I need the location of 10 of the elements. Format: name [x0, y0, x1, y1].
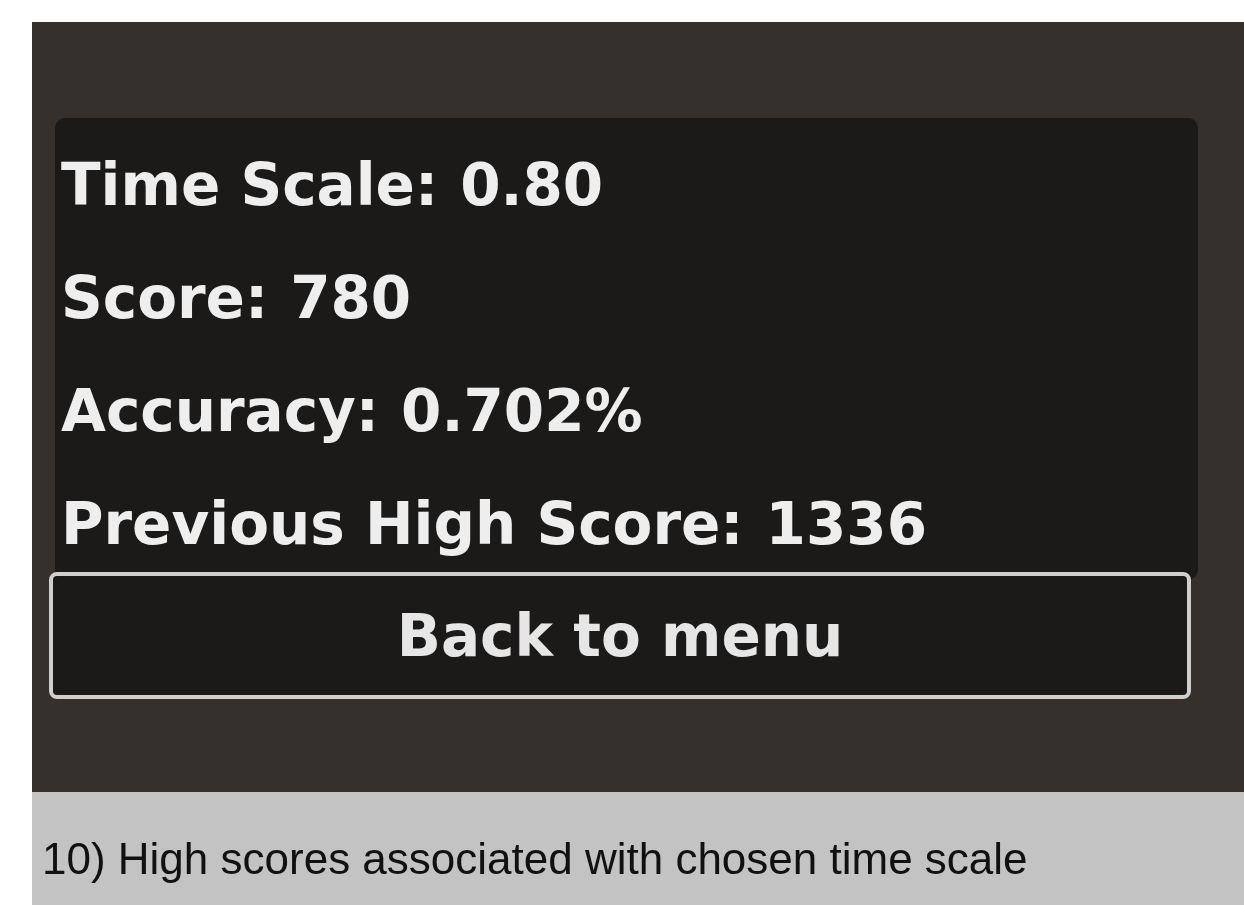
- stat-value: 780: [290, 263, 412, 332]
- stat-value: 0.702%: [401, 376, 643, 445]
- stat-label: Time Scale:: [61, 150, 439, 219]
- stat-label: Score:: [61, 263, 269, 332]
- back-to-menu-button[interactable]: Back to menu: [49, 572, 1191, 699]
- stat-value: 0.80: [460, 150, 604, 219]
- stat-label: Accuracy:: [61, 376, 380, 445]
- caption: 10) High scores associated with chosen time scale: [42, 834, 1028, 884]
- stat-label: Previous High Score:: [61, 489, 744, 558]
- stat-value: 1336: [765, 489, 927, 558]
